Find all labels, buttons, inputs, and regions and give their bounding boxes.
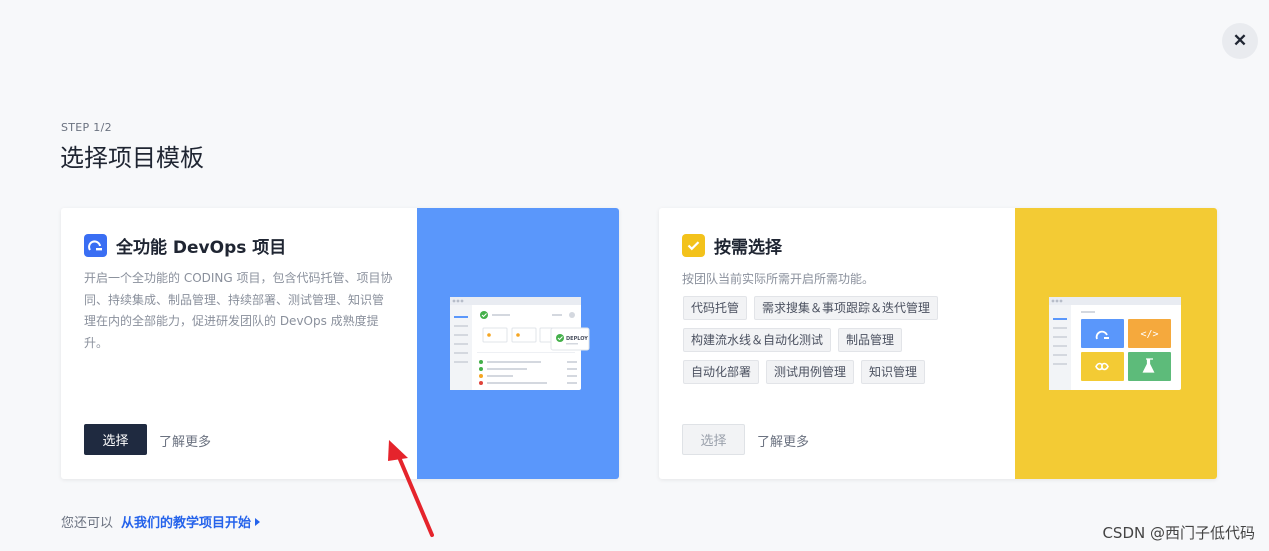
learn-more-link[interactable]: 了解更多	[159, 431, 211, 450]
checkbox-checked-icon	[682, 234, 705, 257]
deploy-label: DEPLOY	[566, 336, 588, 342]
select-button[interactable]: 选择	[84, 424, 147, 455]
feature-tags: 代码托管 需求搜集＆事项跟踪＆迭代管理 构建流水线＆自动化测试 制品管理 自动化…	[683, 296, 983, 384]
card-header: 按需选择	[682, 233, 782, 258]
card-description: 按团队当前实际所需开启所需功能。	[682, 272, 875, 286]
card-description: 开启一个全功能的 CODING 项目，包含代码托管、项目协同、持续集成、制品管理…	[84, 271, 393, 350]
card-illustration: DEPLOY	[417, 208, 619, 479]
tag-knowledge: 知识管理	[861, 360, 926, 384]
tag-requirements: 需求搜集＆事项跟踪＆迭代管理	[754, 296, 939, 320]
card-custom[interactable]: 按需选择 按团队当前实际所需开启所需功能。 代码托管 需求搜集＆事项跟踪＆迭代管…	[659, 208, 1217, 479]
close-icon: ✕	[1232, 31, 1248, 50]
hint-prefix: 您还可以	[61, 516, 114, 531]
card-devops[interactable]: 全功能 DevOps 项目 开启一个全功能的 CODING 项目，包含代码托管、…	[61, 208, 619, 479]
card-title: 按需选择	[714, 238, 782, 258]
annotation-arrow-icon	[388, 440, 434, 537]
tag-code-hosting: 代码托管	[683, 296, 748, 320]
tutorial-link[interactable]: 从我们的教学项目开始	[121, 516, 261, 531]
watermark: CSDN @西门子低代码	[1102, 524, 1255, 542]
caret-right-icon	[255, 518, 261, 526]
coding-logo-icon	[84, 234, 107, 257]
card-title: 全功能 DevOps 项目	[116, 238, 287, 258]
tag-deployment: 自动化部署	[683, 360, 760, 384]
close-button[interactable]: ✕	[1222, 23, 1258, 59]
step-indicator: STEP 1/2	[61, 121, 112, 134]
select-button[interactable]: 选择	[682, 424, 745, 455]
page-title: 选择项目模板	[60, 144, 204, 172]
card-illustration: </>	[1015, 208, 1217, 479]
tag-test-cases: 测试用例管理	[766, 360, 855, 384]
tutorial-hint: 您还可以 从我们的教学项目开始	[61, 512, 261, 531]
tutorial-link-label: 从我们的教学项目开始	[121, 516, 252, 531]
tag-pipeline: 构建流水线＆自动化测试	[683, 328, 832, 352]
svg-text:</>: </>	[1140, 329, 1158, 340]
tag-artifacts: 制品管理	[838, 328, 903, 352]
card-header: 全功能 DevOps 项目	[84, 233, 286, 258]
learn-more-link[interactable]: 了解更多	[757, 431, 809, 450]
